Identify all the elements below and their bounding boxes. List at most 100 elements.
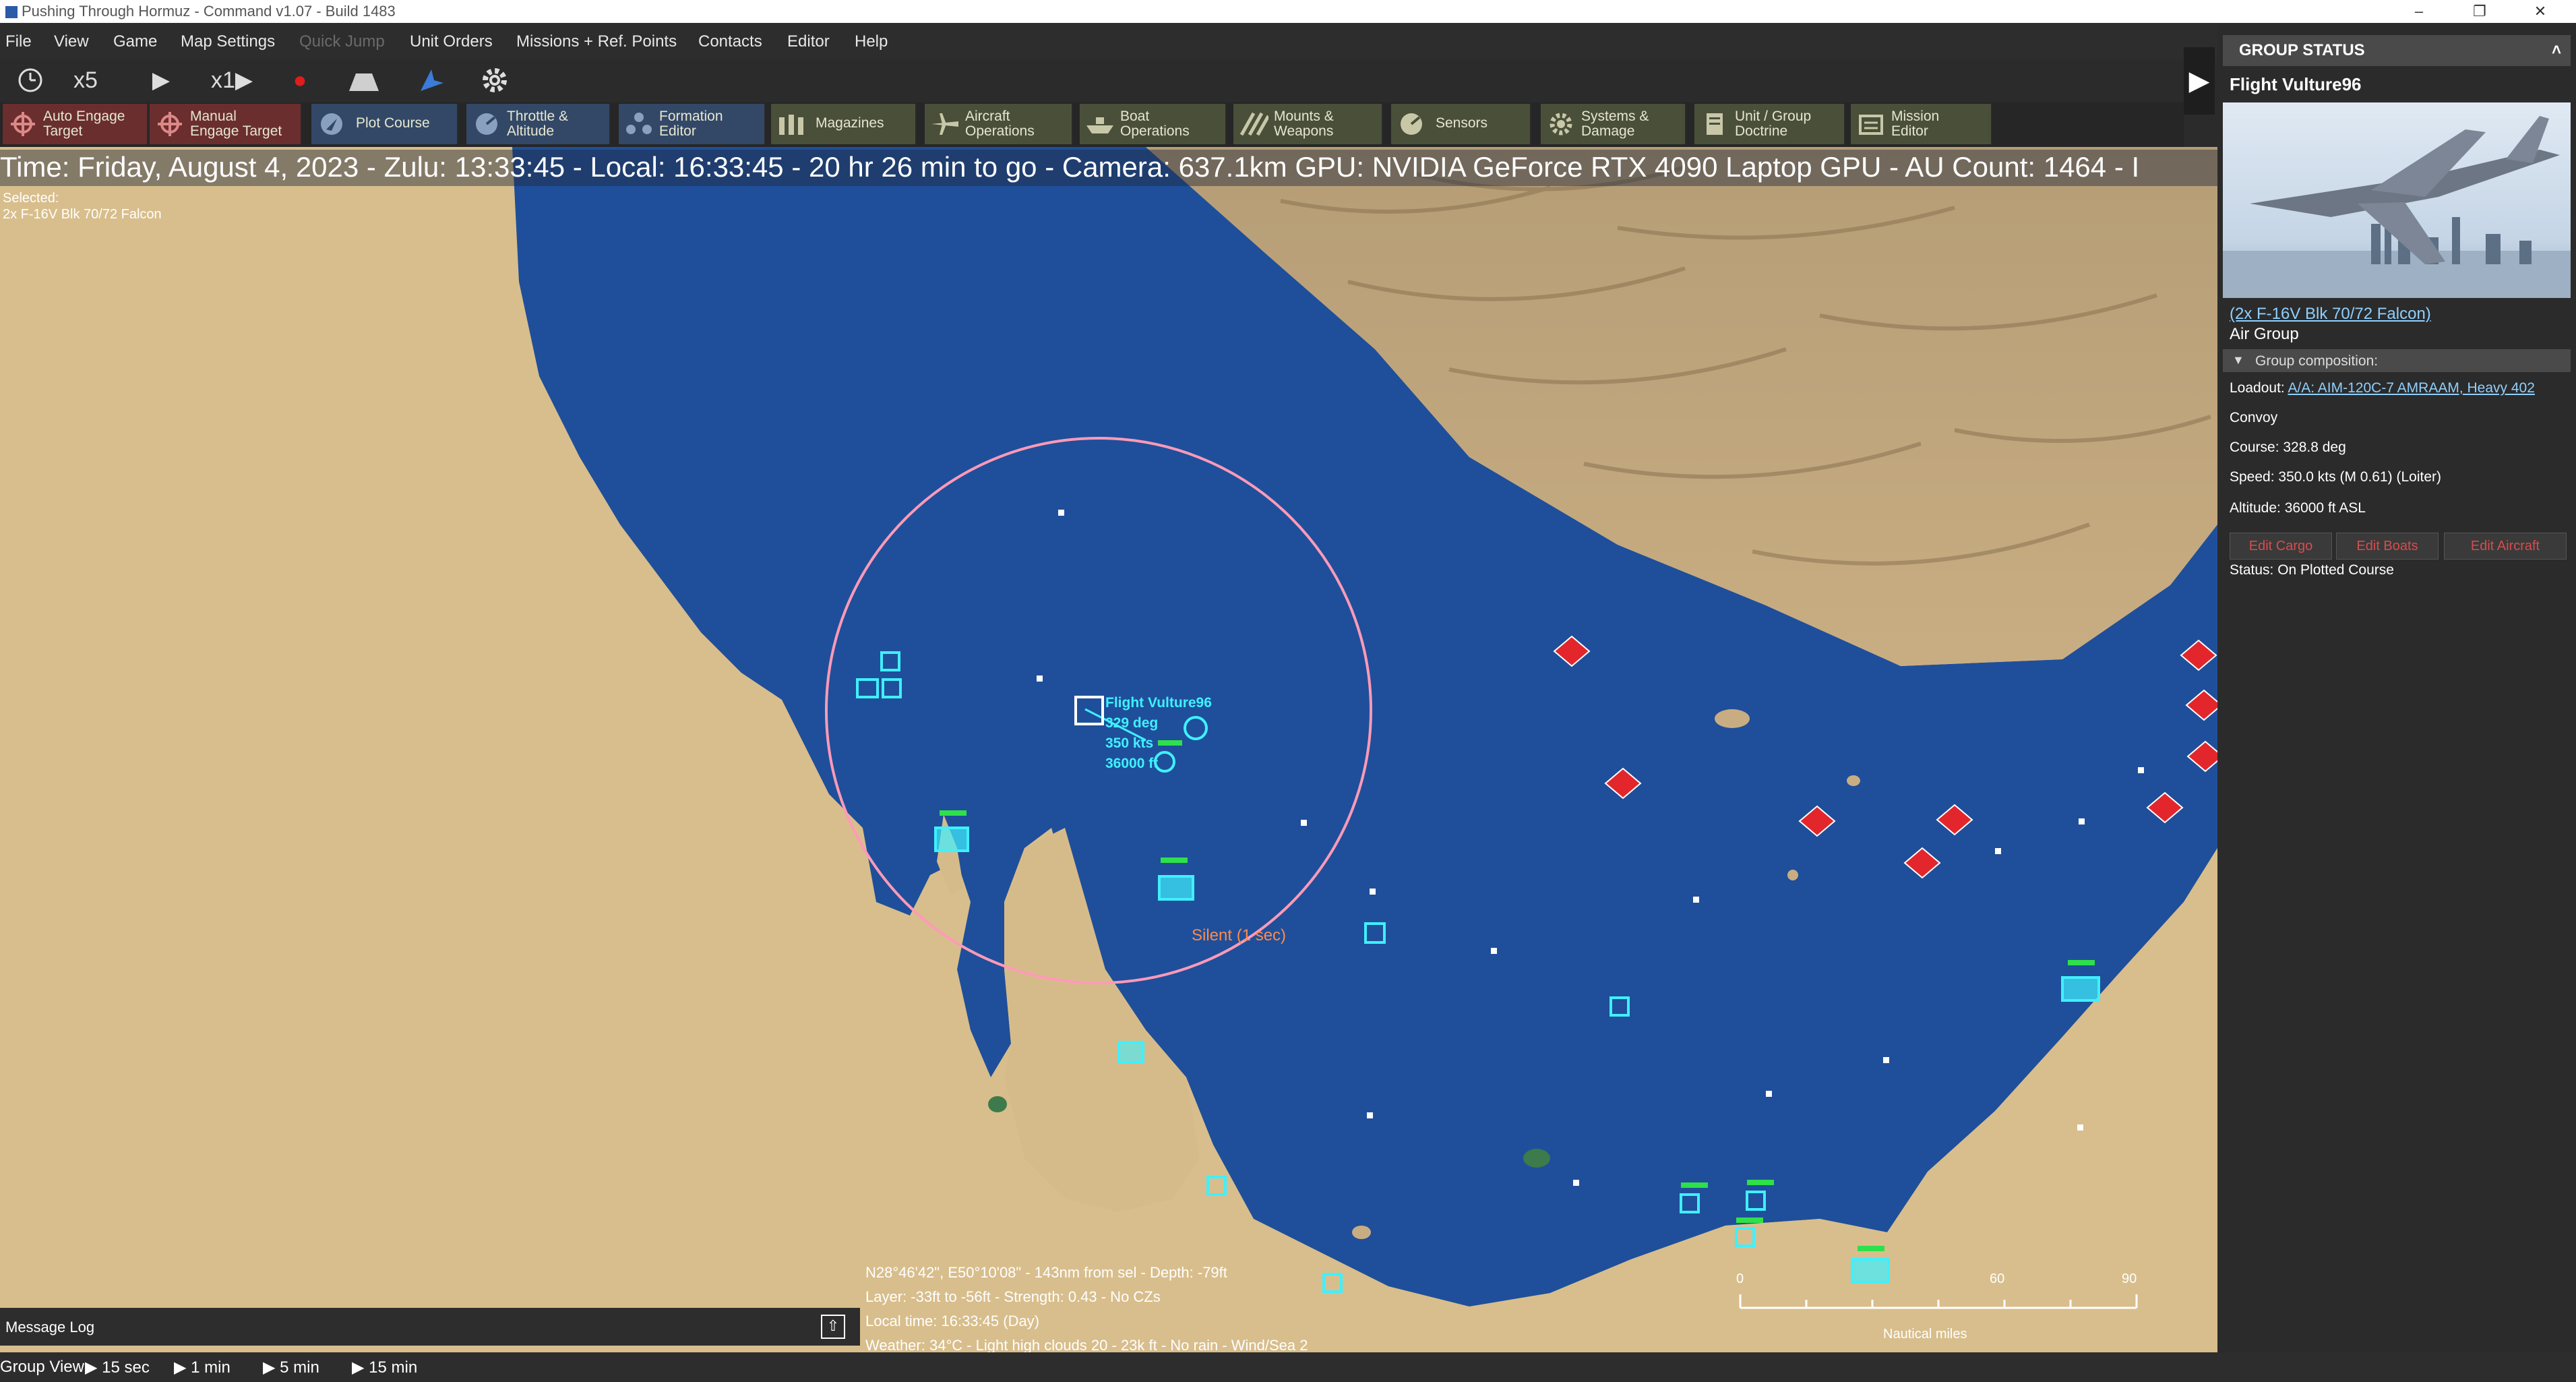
btn-line1: Mission	[1891, 109, 1940, 124]
unit-marker[interactable]	[2061, 976, 2100, 1002]
unit-marker[interactable]	[1117, 1041, 1144, 1064]
step-button[interactable]: x1▶	[198, 63, 266, 97]
menu-bar: File View Game Map Settings Quick Jump U…	[0, 23, 2224, 61]
systems-damage-button[interactable]: Systems & Damage	[1541, 104, 1686, 144]
cursor-line: Weather: 34°C - Light high clouds 20 - 2…	[865, 1337, 1308, 1354]
menu-game[interactable]: Game	[113, 32, 157, 51]
close-button[interactable]: ✕	[2510, 0, 2571, 23]
auto-engage-button[interactable]: Auto Engage Target	[3, 104, 148, 144]
island	[1715, 709, 1750, 728]
manual-engage-button[interactable]: Manual Engage Target	[150, 104, 302, 144]
boat-operations-button[interactable]: Boat Operations	[1080, 104, 1227, 144]
flight-name: Flight Vulture96	[1105, 695, 1212, 711]
play-icon[interactable]: ▶	[144, 63, 178, 97]
doctrine-button[interactable]: Unit / Group Doctrine	[1694, 104, 1845, 144]
sensors-button[interactable]: Sensors	[1391, 104, 1531, 144]
btn-line1: Aircraft	[965, 109, 1010, 124]
menu-editor[interactable]: Editor	[787, 32, 830, 51]
weapons-icon	[1239, 112, 1268, 136]
magazine-icon	[779, 115, 803, 135]
formation-editor-button[interactable]: Formation Editor	[619, 104, 766, 144]
edit-cargo-button[interactable]: Edit Cargo	[2230, 533, 2332, 560]
minimize-button[interactable]: –	[2389, 0, 2449, 23]
unit-marker[interactable]	[1158, 875, 1194, 901]
step-5-min[interactable]: ▶ 5 min	[263, 1358, 319, 1377]
btn-line2: Engage Target	[190, 123, 282, 139]
message-log-bar[interactable]: Message Log ⇧	[0, 1308, 860, 1346]
collapse-icon[interactable]: ˄	[2552, 35, 2561, 66]
menu-help[interactable]: Help	[855, 32, 888, 51]
group-view-label[interactable]: Group View	[0, 1358, 84, 1377]
btn-line1: Throttle &	[507, 109, 569, 124]
edit-boats-button[interactable]: Edit Boats	[2336, 533, 2439, 560]
menu-file[interactable]: File	[5, 32, 32, 51]
cursor-info: N28°46'42", E50°10'08" - 143nm from sel …	[865, 1261, 1308, 1354]
menu-view[interactable]: View	[54, 32, 89, 51]
group-status-title: GROUP STATUS	[2239, 41, 2365, 59]
scale-tick: 0	[1736, 1271, 1744, 1286]
step-15-sec[interactable]: ▶ 15 sec	[85, 1358, 150, 1377]
settings-gear-icon[interactable]	[474, 63, 515, 97]
status-label: Status: On Plotted Course	[2230, 562, 2394, 578]
btn-line2: Weapons	[1274, 123, 1334, 139]
edit-aircraft-button[interactable]: Edit Aircraft	[2444, 533, 2567, 560]
step-label: 15 sec	[102, 1358, 150, 1377]
group-status-header: GROUP STATUS ˄	[2223, 35, 2571, 66]
step-label: 5 min	[280, 1358, 319, 1377]
island	[1352, 1226, 1371, 1239]
time-controls: x5 ▶ x1▶ ●	[0, 59, 2184, 102]
f16-photo	[2223, 116, 2571, 298]
aircraft-operations-button[interactable]: Aircraft Operations	[925, 104, 1073, 144]
island	[1847, 775, 1860, 786]
target-icon	[11, 112, 35, 136]
collapse-panel-button[interactable]: ▶	[2184, 47, 2215, 115]
plot-course-button[interactable]: Plot Course	[311, 104, 458, 144]
magazines-button[interactable]: Magazines	[771, 104, 917, 144]
step-1-min[interactable]: ▶ 1 min	[174, 1358, 231, 1377]
btn-line2: Operations	[1120, 123, 1190, 139]
selected-info: Selected: 2x F-16V Blk 70/72 Falcon	[3, 190, 162, 222]
menu-unit-orders[interactable]: Unit Orders	[410, 32, 493, 51]
cursor-arrow-icon[interactable]	[411, 63, 452, 97]
unit-marker[interactable]	[934, 827, 969, 852]
step-label: 15 min	[369, 1358, 418, 1377]
btn-line2: Doctrine	[1735, 123, 1788, 139]
loadout-link[interactable]: A/A: AIM-120C-7 AMRAAM, Heavy 402	[2288, 380, 2534, 396]
menu-quick-jump[interactable]: Quick Jump	[299, 32, 385, 51]
scale-tick: 60	[1990, 1271, 2005, 1286]
bottom-bar: Group View ▶ 15 sec ▶ 1 min ▶ 5 min ▶ 15…	[0, 1352, 2576, 1382]
restore-button[interactable]: ❐	[2449, 0, 2510, 23]
terrain-icon[interactable]	[344, 63, 384, 97]
loadout-label: Loadout:	[2230, 380, 2285, 396]
btn-line1: Formation	[659, 109, 723, 124]
unit-class-link[interactable]: (2x F-16V Blk 70/72 Falcon)	[2230, 305, 2431, 324]
clock-icon[interactable]	[13, 63, 47, 97]
btn-line1: Mounts &	[1274, 109, 1334, 124]
group-composition-header[interactable]: ▼ Group composition:	[2223, 349, 2571, 372]
btn-line1: Boat	[1120, 109, 1150, 124]
mounts-weapons-button[interactable]: Mounts & Weapons	[1233, 104, 1383, 144]
step-15-min[interactable]: ▶ 15 min	[352, 1358, 417, 1377]
mission-editor-button[interactable]: Mission Editor	[1851, 104, 1992, 144]
menu-missions[interactable]: Missions + Ref. Points	[516, 32, 677, 51]
aircraft-icon	[931, 113, 958, 135]
btn-line2: Altitude	[507, 123, 555, 139]
menu-map-settings[interactable]: Map Settings	[181, 32, 275, 51]
expand-log-icon[interactable]: ⇧	[821, 1315, 845, 1339]
loadout-row: Loadout: A/A: AIM-120C-7 AMRAAM, Heavy 4…	[2230, 380, 2535, 396]
time-compression[interactable]: x5	[62, 63, 109, 97]
menu-contacts[interactable]: Contacts	[698, 32, 762, 51]
scale-bar: 0 60 90 Nautical miles	[1732, 1269, 2150, 1343]
map-status-line: Time: Friday, August 4, 2023 - Zulu: 13:…	[0, 150, 2217, 186]
record-icon[interactable]: ●	[283, 63, 317, 97]
group-name: Flight Vulture96	[2230, 74, 2362, 94]
boat-icon	[1086, 117, 1113, 133]
emcon-label: Silent (1 sec)	[1192, 926, 1287, 944]
btn-line1: Auto Engage	[43, 109, 125, 124]
app-icon	[5, 6, 18, 19]
flight-label[interactable]: Flight Vulture96 329 deg 350 kts 36000 f…	[1105, 693, 1212, 774]
tactical-map[interactable]: Time: Friday, August 4, 2023 - Zulu: 13:…	[0, 147, 2217, 1354]
flight-altitude: 36000 ft	[1105, 756, 1159, 771]
throttle-altitude-button[interactable]: Throttle & Altitude	[466, 104, 611, 144]
btn-line2: Editor	[659, 123, 696, 139]
